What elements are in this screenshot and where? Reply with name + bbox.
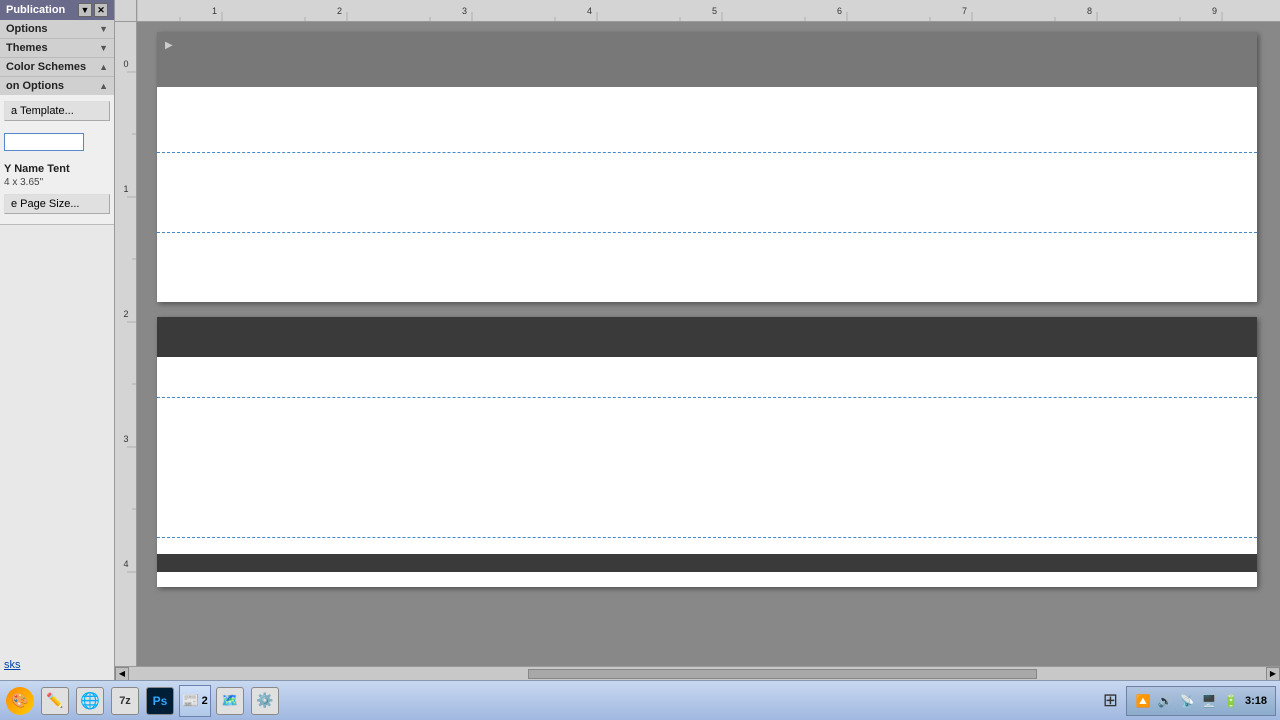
section-options-label: on Options (6, 80, 64, 92)
taskbar-pub-icon: 📰 (182, 692, 199, 709)
color-schemes-section: Color Schemes ▲ (0, 58, 114, 77)
svg-text:8: 8 (1087, 6, 1092, 16)
page1-dashed-line-1 (157, 152, 1257, 153)
sidebar-links: sks (0, 653, 114, 680)
tray-icon-2[interactable]: 🔊 (1157, 693, 1173, 709)
hscroll-right-button[interactable]: ▶ (1266, 667, 1280, 681)
close-button[interactable]: ✕ (94, 3, 108, 17)
themes-label: Themes (6, 42, 48, 54)
canvas-area: 1 2 3 4 5 6 7 8 (115, 0, 1280, 680)
zoom-area: ⊞ (1103, 690, 1118, 711)
svg-text:5: 5 (712, 6, 717, 16)
horizontal-ruler: 1 2 3 4 5 6 7 8 (137, 0, 1280, 21)
page2-dashed-line-2 (157, 537, 1257, 538)
svg-text:2: 2 (123, 309, 128, 319)
tray-icon-3[interactable]: 📡 (1179, 693, 1195, 709)
canvas-scroll: 0 1 2 3 4 (115, 22, 1280, 666)
template-size-label: 4 x 3.65" (4, 177, 110, 188)
vertical-ruler: 0 1 2 3 4 (115, 22, 137, 666)
svg-text:4: 4 (587, 6, 592, 16)
minimize-button[interactable]: ▼ (78, 3, 92, 17)
color-schemes-section-header[interactable]: Color Schemes ▲ (0, 58, 114, 76)
svg-text:1: 1 (212, 6, 217, 16)
tray-icon-1[interactable]: 🔼 (1135, 693, 1151, 709)
zoom-icon: ⊞ (1103, 690, 1118, 711)
tray-icon-4[interactable]: 🖥️ (1201, 693, 1217, 709)
svg-text:6: 6 (837, 6, 842, 16)
tray-icon-5[interactable]: 🔋 (1223, 693, 1239, 709)
svg-text:9: 9 (1212, 6, 1217, 16)
sidebar: Publication ▼ ✕ Options ▼ Themes ▼ (0, 0, 115, 680)
page2-dashed-line-1 (157, 397, 1257, 398)
svg-text:3: 3 (462, 6, 467, 16)
section-options-section: on Options ▲ a Template... Y Name Tent 4… (0, 77, 114, 225)
doc-page-2 (157, 317, 1257, 587)
main-area: Publication ▼ ✕ Options ▼ Themes ▼ (0, 0, 1280, 680)
template-name-label: Y Name Tent (4, 163, 110, 175)
svg-text:3: 3 (123, 434, 128, 444)
sidebar-spacer (0, 225, 114, 653)
taskbar-active-app[interactable]: 📰 2 (179, 685, 211, 717)
taskbar-icon-chrome[interactable]: 🌐 (74, 685, 106, 717)
taskbar-icon-2[interactable]: ✏️ (39, 685, 71, 717)
options-label: Options (6, 23, 48, 35)
page2-dark-footer (157, 554, 1257, 572)
svg-text:4: 4 (123, 559, 128, 569)
options-arrow: ▼ (99, 24, 108, 34)
themes-section-header[interactable]: Themes ▼ (0, 39, 114, 57)
taskbar-icon-ps[interactable]: Ps (144, 685, 176, 717)
hscroll-thumb[interactable] (528, 669, 1038, 679)
page-area[interactable]: ▶ (137, 22, 1280, 666)
template-button[interactable]: a Template... (4, 101, 110, 121)
section-options-arrow: ▲ (99, 81, 108, 91)
sidebar-title-buttons: ▼ ✕ (78, 3, 108, 17)
sidebar-title: Publication (6, 4, 65, 16)
hscroll-track[interactable] (131, 669, 1264, 679)
system-tray: 🔼 🔊 📡 🖥️ 🔋 3:18 (1126, 686, 1276, 716)
taskbar-icon-7zip[interactable]: 7z (109, 685, 141, 717)
page-number: 2 (202, 695, 208, 707)
doc-page-1: ▶ (157, 32, 1257, 302)
sidebar-title-bar: Publication ▼ ✕ (0, 0, 114, 20)
ruler-svg: 1 2 3 4 5 6 7 8 (137, 0, 1280, 21)
options-section-header[interactable]: Options ▼ (0, 20, 114, 38)
page1-header-text: ▶ (165, 40, 173, 51)
svg-text:0: 0 (123, 59, 128, 69)
hscroll-bar: ◀ ▶ (115, 666, 1280, 680)
section-options-header[interactable]: on Options ▲ (0, 77, 114, 95)
themes-section: Themes ▼ (0, 39, 114, 58)
page1-dashed-line-2 (157, 232, 1257, 233)
taskbar-icon-maps[interactable]: 🗺️ (214, 685, 246, 717)
taskbar-icon-1[interactable]: 🎨 (4, 685, 36, 717)
color-schemes-arrow: ▲ (99, 62, 108, 72)
ruler-corner (115, 0, 137, 22)
svg-text:1: 1 (123, 184, 128, 194)
themes-arrow: ▼ (99, 43, 108, 53)
ruler-top: 1 2 3 4 5 6 7 8 (115, 0, 1280, 22)
app-container: Publication ▼ ✕ Options ▼ Themes ▼ (0, 0, 1280, 720)
vruler-svg: 0 1 2 3 4 (115, 22, 137, 622)
taskbar: 🎨 ✏️ 🌐 7z Ps 📰 2 🗺️ ⚙️ (0, 680, 1280, 720)
page2-dark-header (157, 317, 1257, 357)
taskbar-icon-tools[interactable]: ⚙️ (249, 685, 281, 717)
taskbar-apps: 🎨 ✏️ 🌐 7z Ps 📰 2 🗺️ ⚙️ (4, 685, 284, 717)
options-section: Options ▼ (0, 20, 114, 39)
page1-header-bar: ▶ (157, 32, 1257, 87)
hscroll-left-button[interactable]: ◀ (115, 667, 129, 681)
clock: 3:18 (1245, 695, 1267, 707)
svg-text:2: 2 (337, 6, 342, 16)
page-size-button[interactable]: e Page Size... (4, 194, 110, 214)
svg-text:7: 7 (962, 6, 967, 16)
color-schemes-label: Color Schemes (6, 61, 86, 73)
section-options-content: a Template... Y Name Tent 4 x 3.65" e Pa… (0, 95, 114, 224)
tasks-link[interactable]: sks (4, 659, 110, 671)
name-input[interactable] (4, 133, 84, 151)
